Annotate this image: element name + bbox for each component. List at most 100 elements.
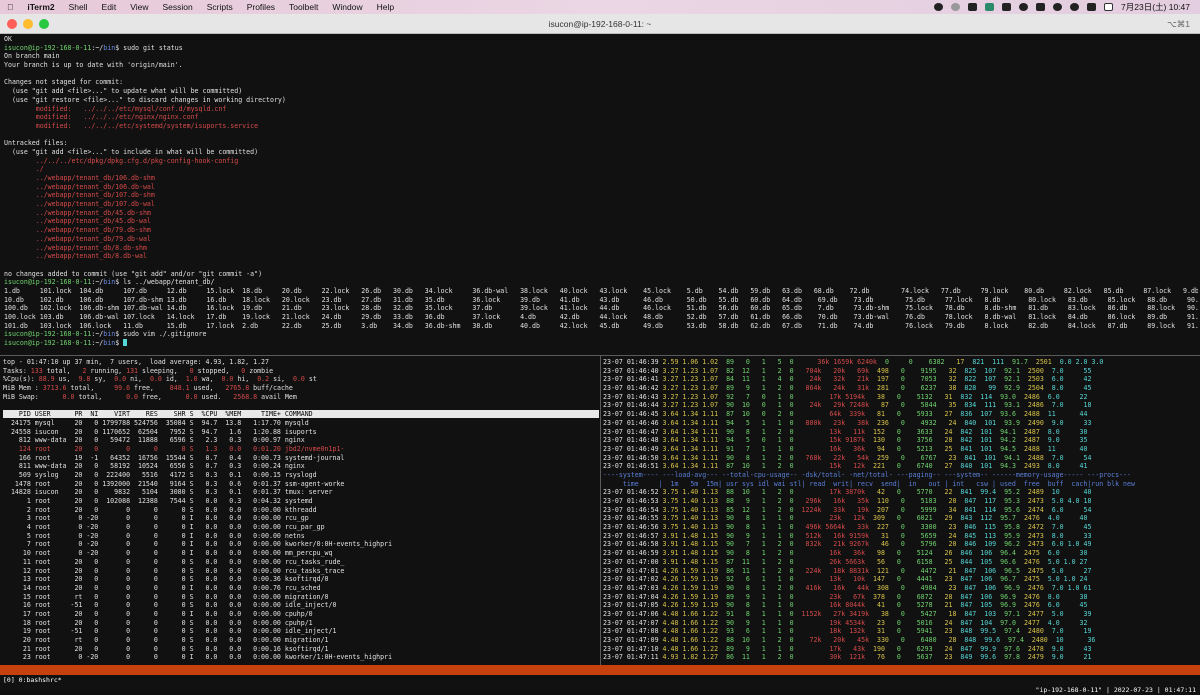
- terminal-text: 0: [884, 444, 909, 453]
- terminal-text: 4.0 40: [1039, 514, 1088, 523]
- terminal-text: 0.0: [185, 392, 198, 401]
- menu-toolbelt[interactable]: Toolbelt: [282, 2, 325, 12]
- terminal-text: 2503: [1019, 375, 1044, 384]
- terminal-text: 90 8 1 2: [722, 427, 790, 436]
- terminal-text: 92.1: [996, 375, 1020, 384]
- keyboard-icon[interactable]: [1002, 3, 1012, 11]
- menubar-datetime[interactable]: 7月23日(土) 10:47: [1121, 1, 1190, 13]
- terminal-text: 36k: [817, 358, 830, 366]
- input-source-icon[interactable]: [1104, 3, 1114, 11]
- menu-window[interactable]: Window: [325, 2, 369, 12]
- terminal-line: 23-07 01:47:06 4.48 1.66 1.22 91 8 1 1 0…: [603, 610, 1200, 619]
- terminal-text: 22k: [821, 453, 846, 462]
- terminal-text: 106: [976, 566, 997, 575]
- control-center-icon[interactable]: [1087, 3, 1097, 11]
- terminal-text: (use "git add <file>..." to update what …: [4, 87, 243, 96]
- terminal-text: 7.0 19: [1043, 627, 1092, 636]
- terminal-text: 5.0 4.0 18: [1043, 497, 1092, 505]
- terminal-text: 3.75 1.40 1.13: [658, 514, 723, 523]
- terminal-text: 16 root -51 0 0 0 0 S 0.0 0.0 0:00.00 id…: [3, 601, 337, 610]
- terminal-text: 92 6 1 1: [722, 575, 790, 584]
- terminal-text: 94.5: [992, 444, 1016, 453]
- apple-icon[interactable]: : [0, 2, 20, 12]
- terminal-text: 46: [869, 540, 889, 549]
- terminal-text: 3.27 1.23 1.07: [658, 384, 723, 393]
- terminal-line: 10.db 102.db 106.db 107.db-shm 13.db 16.…: [4, 296, 1198, 305]
- terminal-text: 23-07 01:46:47: [603, 427, 659, 436]
- battery-icon[interactable]: [1036, 3, 1046, 11]
- terminal-pane-dstat[interactable]: 23-07 01:46:39 2.59 1.06 1.02 89 0 1 5 0…: [603, 358, 1200, 665]
- terminal-text: 38: [865, 392, 885, 401]
- terminal-text: 107: [976, 375, 997, 384]
- terminal-text: 0: [888, 497, 913, 505]
- terminal-text: 5637: [908, 653, 933, 662]
- terminal-text: free,: [130, 384, 170, 393]
- terminal-text: 107: [972, 410, 993, 419]
- pane-divider-vertical[interactable]: [600, 356, 601, 665]
- terminal-text: 18 root 20 0 0 0 0 S 0.0 0.0 0:00.00 cpu…: [3, 618, 313, 627]
- terminal-line: 23-07 01:47:11 4.93 1.82 1.27 86 11 1 2 …: [603, 653, 1200, 662]
- terminal-pane-git[interactable]: OK isucon@ip-192-168-0-11:~/bin$ sudo git…: [4, 35, 1198, 353]
- terminal-line: 23-07 01:47:03 4.26 1.59 1.19 90 8 1 2 0…: [603, 584, 1200, 593]
- terminal-text: 0: [884, 601, 909, 610]
- terminal-text: 23-07 01:46:43: [603, 392, 659, 401]
- terminal-text: 3713.6: [42, 384, 67, 393]
- terminal-text: 33k: [821, 505, 846, 514]
- menu-edit[interactable]: Edit: [95, 2, 124, 12]
- terminal-line: isucon@ip-192-168-0-11:~/bin$ ls ../weba…: [4, 278, 1198, 287]
- terminal-text: ----system---- ---load-avg--- --total-cp…: [603, 470, 1131, 479]
- search-icon[interactable]: [1070, 3, 1080, 11]
- moon-icon[interactable]: [1019, 3, 1029, 11]
- terminal-line: 100.lock 103.db 106.db-wal 107.lock 14.l…: [4, 313, 1198, 322]
- terminal-text: 8.0 45: [1043, 384, 1092, 393]
- tmux-window-list[interactable]: [0] 0:bashshrc*: [3, 675, 62, 685]
- clipboard-icon[interactable]: [968, 3, 978, 11]
- terminal-pane-top[interactable]: top - 01:47:10 up 37 min, 7 users, load …: [3, 358, 599, 665]
- terminal-text: 3.27 1.23 1.07: [658, 375, 723, 384]
- terminal-text: 1.0: [185, 375, 198, 384]
- terminal-text: 847: [956, 583, 977, 592]
- terminal-text: 99.6: [976, 636, 1001, 644]
- terminal-text: 2474: [1019, 505, 1044, 514]
- terminal-text: 98: [865, 549, 885, 558]
- terminal-text: 97.8: [996, 653, 1020, 662]
- terminal-text: 23-07 01:46:55: [603, 514, 659, 523]
- terminal-text: 0: [884, 653, 909, 662]
- terminal-text: 23-07 01:46:46: [603, 418, 659, 427]
- terminal-text: 16k: [821, 497, 846, 505]
- menu-app-name[interactable]: iTerm2: [20, 2, 61, 12]
- dot-icon[interactable]: [951, 3, 961, 11]
- terminal-line: PID USER PR NI VIRT RES SHR S %CPU %MEM …: [3, 410, 599, 419]
- menu-help[interactable]: Help: [370, 2, 401, 12]
- terminal-text: 0: [884, 644, 909, 653]
- menu-profiles[interactable]: Profiles: [240, 2, 282, 12]
- terminal-text: 38k: [845, 418, 870, 427]
- terminal-text: 111: [976, 401, 997, 410]
- terminal-text: 23-07 01:46:53: [603, 497, 659, 505]
- menu-view[interactable]: View: [123, 2, 155, 12]
- terminal-text: 90 8 1 2: [722, 453, 790, 462]
- terminal-text: 28: [932, 592, 953, 601]
- menu-scripts[interactable]: Scripts: [200, 2, 240, 12]
- terminal-text: 7.0 1.0 61: [1043, 583, 1092, 592]
- terminal-line: 100.db 102.lock 106.db-shm 107.db-wal 14…: [4, 304, 1198, 313]
- terminal-text: 23-07 01:46:45: [603, 410, 659, 419]
- grammarly-icon[interactable]: [985, 3, 995, 11]
- menu-shell[interactable]: Shell: [62, 2, 95, 12]
- terminal-text: 131: [126, 366, 139, 375]
- menubar-status-area: 7月23日(土) 10:47: [934, 1, 1200, 13]
- terminal-text: 4 root 0 -20 0 0 0 I 0.0 0.0 0:00.00 rcu…: [3, 523, 325, 532]
- wifi-icon[interactable]: [1053, 3, 1063, 11]
- menu-session[interactable]: Session: [155, 2, 199, 12]
- terminal-line: 11 root 20 0 0 0 0 S 0.0 0.0 0:00.00 rcu…: [3, 558, 599, 567]
- terminal-text: 23: [865, 618, 885, 627]
- terminal-text: 6.0 42: [1043, 375, 1092, 384]
- record-icon[interactable]: [934, 3, 944, 11]
- window-title: isucon@ip-192-168-0-11: ~: [548, 19, 652, 29]
- terminal-line: modified: ../../../etc/nginx/nginx.conf: [4, 113, 1198, 122]
- terminal-cursor: [123, 339, 128, 347]
